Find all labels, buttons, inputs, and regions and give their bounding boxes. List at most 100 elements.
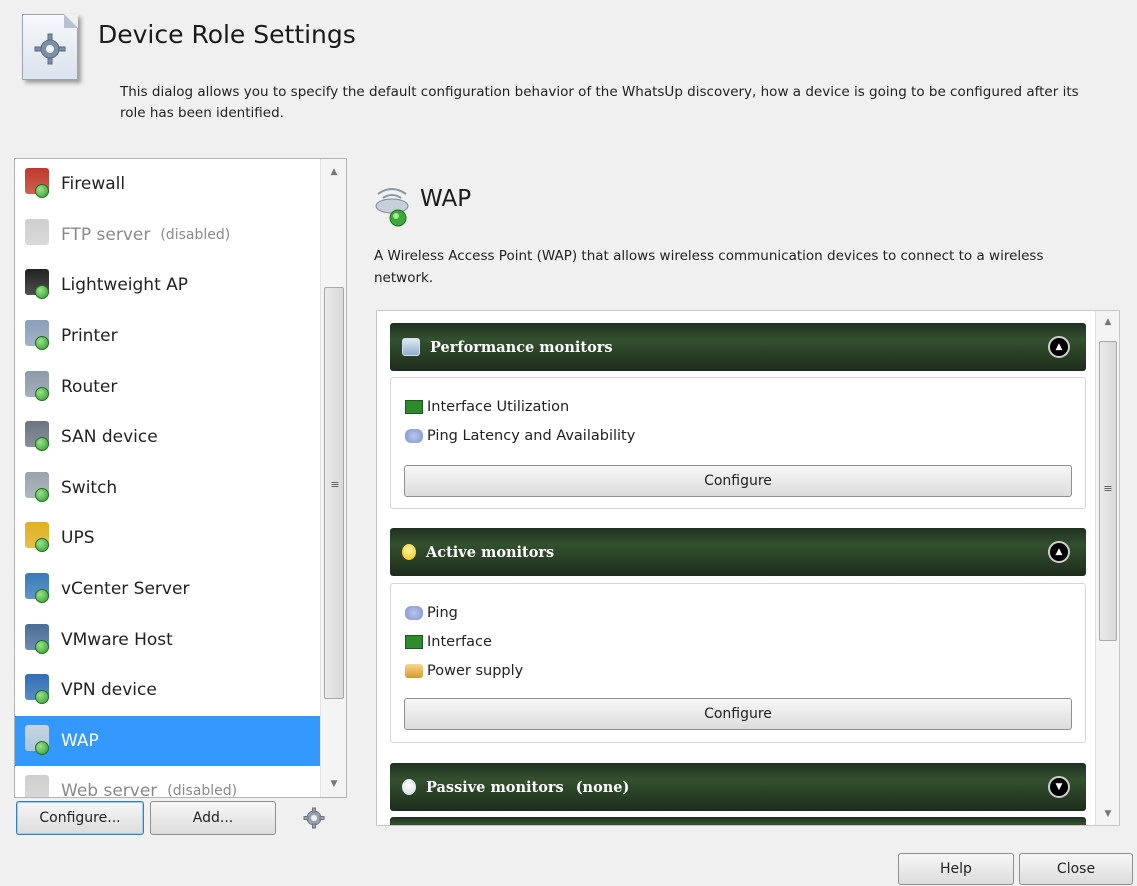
role-item-firewall[interactable]: Firewall (15, 159, 321, 210)
collapse-icon[interactable]: ▲ (1048, 336, 1070, 358)
monitor-item: Interface Utilization (391, 392, 1085, 421)
role-item-web-server[interactable]: Web server (disabled) (15, 766, 321, 798)
role-item-label: Router (61, 376, 118, 397)
role-item-note: (disabled) (167, 783, 238, 798)
role-item-note: (disabled) (160, 226, 231, 243)
role-item-switch[interactable]: Switch (15, 463, 321, 514)
san-device-icon (23, 421, 55, 453)
expand-icon[interactable]: ▼ (1048, 776, 1070, 798)
role-item-lightweight-ap[interactable]: Lightweight AP (15, 260, 321, 311)
configure-active-button[interactable]: Configure (404, 698, 1072, 730)
status-badge-icon (35, 184, 49, 199)
section-title: Performance monitors (430, 338, 613, 356)
status-badge-icon (35, 690, 49, 705)
settings-document-icon (22, 14, 78, 80)
role-item-ftp-server[interactable]: FTP server (disabled) (15, 210, 321, 261)
monitor-item: Ping (391, 598, 1085, 627)
role-item-san-device[interactable]: SAN device (15, 412, 321, 463)
help-button[interactable]: Help (898, 853, 1014, 885)
vpn-device-icon (23, 674, 55, 706)
role-item-printer[interactable]: Printer (15, 311, 321, 362)
scroll-thumb[interactable]: ≡ (1099, 341, 1117, 641)
next-section-header[interactable] (390, 817, 1086, 825)
router-icon (23, 370, 55, 403)
switch-icon (23, 471, 55, 504)
wap-large-icon (372, 180, 412, 228)
role-item-vcenter-server[interactable]: vCenter Server (15, 564, 321, 615)
collapse-icon[interactable]: ▲ (1048, 541, 1070, 563)
role-item-label: Switch (61, 477, 118, 498)
role-item-label: UPS (61, 528, 95, 549)
scroll-up-arrow-icon[interactable]: ▲ (321, 167, 346, 177)
ping-icon (405, 428, 423, 443)
ups-icon (23, 522, 55, 554)
dialog-description: This dialog allows you to specify the de… (120, 84, 1079, 121)
status-badge-icon (35, 487, 49, 502)
interface-icon (405, 634, 423, 649)
status-badge-icon (35, 589, 49, 604)
performance-monitors-header[interactable]: Performance monitors ▲ (390, 323, 1086, 371)
section-title: Active monitors (426, 543, 555, 561)
section-note: (none) (575, 778, 630, 796)
status-badge-icon (35, 336, 49, 351)
section-title: Passive monitors (426, 778, 564, 796)
role-item-vpn-device[interactable]: VPN device (15, 665, 321, 716)
lightbulb-icon (402, 544, 416, 560)
status-badge-icon (35, 386, 49, 401)
active-monitors-body: Ping Interface Power supply Configure (390, 583, 1086, 743)
configure-performance-button[interactable]: Configure (404, 465, 1072, 497)
scroll-up-arrow-icon[interactable]: ▲ (1096, 317, 1119, 327)
web-server-icon (23, 775, 55, 797)
ftp-server-icon (23, 218, 55, 251)
role-item-label: VPN device (61, 680, 157, 701)
monitors-scrollbar[interactable]: ▲ ≡ ▼ (1095, 311, 1119, 825)
scroll-down-arrow-icon[interactable]: ▼ (321, 779, 346, 789)
status-badge-icon (35, 639, 49, 654)
gear-icon[interactable] (302, 806, 326, 830)
printer-icon (23, 320, 55, 352)
role-item-label: Printer (61, 326, 118, 347)
interface-icon (405, 399, 423, 414)
lightweight-ap-icon (23, 269, 55, 301)
status-badge-icon (35, 437, 49, 452)
role-item-label: Lightweight AP (61, 275, 189, 296)
scroll-thumb[interactable]: ≡ (324, 287, 344, 699)
role-description: A Wireless Access Point (WAP) that allow… (374, 248, 1044, 286)
role-item-wap[interactable]: WAP (15, 715, 321, 767)
dialog-title: Device Role Settings (98, 20, 356, 49)
scroll-down-arrow-icon[interactable]: ▼ (1096, 809, 1119, 819)
role-item-label: Firewall (61, 174, 126, 195)
monitors-panel[interactable]: Performance monitors ▲ Interface Utiliza… (376, 310, 1120, 826)
role-item-router[interactable]: Router (15, 361, 321, 412)
chart-icon (402, 338, 420, 356)
role-item-label: vCenter Server (61, 579, 190, 600)
power-supply-icon (405, 663, 423, 678)
role-item-ups[interactable]: UPS (15, 513, 321, 564)
ping-icon (405, 605, 423, 620)
role-item-label: VMware Host (61, 629, 173, 650)
role-item-label: SAN device (61, 427, 158, 448)
role-item-vmware-host[interactable]: VMware Host (15, 614, 321, 665)
firewall-icon (23, 168, 55, 200)
passive-bulb-icon (402, 779, 416, 795)
monitor-item: Power supply (391, 656, 1085, 685)
vcenter-server-icon (23, 573, 55, 605)
close-button[interactable]: Close (1019, 853, 1133, 885)
role-title: WAP (420, 186, 472, 212)
device-role-list[interactable]: Firewall FTP server (disabled) Lightweight … (14, 158, 347, 798)
monitor-item: Interface (391, 627, 1085, 656)
status-badge-icon (35, 740, 49, 755)
role-item-label: Web server (61, 781, 158, 798)
passive-monitors-header[interactable]: Passive monitors (none) ▼ (390, 763, 1086, 811)
wap-icon (23, 724, 55, 757)
vmware-host-icon (23, 623, 55, 656)
status-badge-icon (35, 538, 49, 553)
configure-role-button[interactable]: Configure... (16, 801, 144, 835)
monitor-item: Ping Latency and Availability (391, 421, 1085, 450)
active-monitors-header[interactable]: Active monitors ▲ (390, 528, 1086, 576)
role-item-label: FTP server (61, 224, 151, 245)
role-list-scrollbar[interactable]: ▲ ≡ ▼ (320, 159, 346, 797)
add-role-button[interactable]: Add... (150, 801, 276, 835)
role-item-label: WAP (61, 730, 99, 751)
performance-monitors-body: Interface Utilization Ping Latency and A… (390, 377, 1086, 509)
